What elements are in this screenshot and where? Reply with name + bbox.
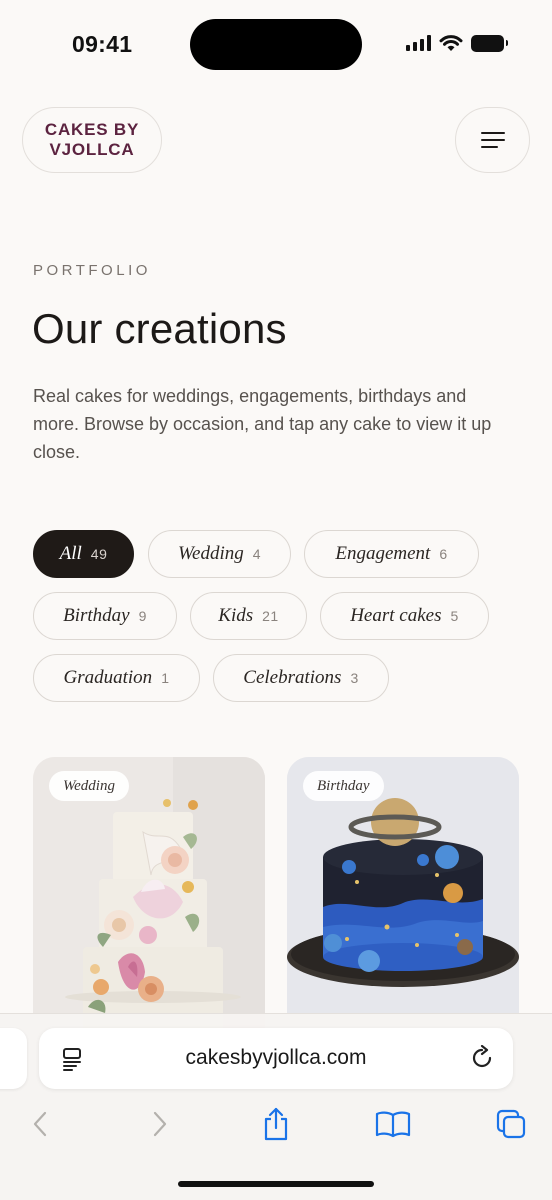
forward-icon [153,1111,167,1137]
chip-count: 49 [90,546,108,562]
share-button[interactable] [256,1104,296,1144]
chip-label: Engagement [335,543,431,564]
chip-label: Kids [218,605,254,626]
chip-label: All [59,543,82,564]
cellular-signal-icon [406,35,431,51]
status-bar: 09:41 [0,0,552,90]
browser-toolbar: cakesbyvjollca.com [0,1013,552,1200]
dynamic-island [190,19,362,70]
tabs-icon [496,1109,526,1139]
wifi-icon [439,35,463,51]
tabs-button[interactable] [491,1104,531,1144]
bookmarks-button[interactable] [373,1104,413,1144]
status-icons [406,34,508,52]
birthday-cake-image [287,757,519,1057]
forward-button[interactable] [140,1104,180,1144]
menu-button[interactable] [455,107,530,173]
filter-chip-all[interactable]: All 49 [33,530,134,578]
chip-count: 9 [138,608,147,624]
filter-chip-birthday[interactable]: Birthday 9 [33,592,177,640]
page-title: Our creations [32,305,287,352]
chip-count: 3 [350,670,359,686]
chip-label: Birthday [63,605,130,626]
chip-count: 21 [262,608,279,624]
filter-chip-heart-cakes[interactable]: Heart cakes 5 [320,592,489,640]
chip-label: Graduation [63,667,153,688]
chip-count: 5 [450,608,459,624]
logo-line-2: VJOLLCA [49,140,135,159]
wedding-cake-image [33,757,265,1057]
hamburger-icon [480,132,505,148]
site-logo[interactable]: CAKES BY VJOLLCA [22,107,162,173]
card-category-tag: Birthday [303,771,384,801]
reload-icon[interactable] [469,1045,495,1071]
bookmarks-icon [375,1111,411,1138]
chip-label: Heart cakes [350,605,442,626]
section-eyebrow: PORTFOLIO [33,262,151,279]
browser-nav-row [0,1104,552,1144]
chip-label: Celebrations [243,667,342,688]
status-time: 09:41 [72,31,133,57]
cake-card-wedding[interactable]: Wedding [33,757,265,1057]
filter-chip-engagement[interactable]: Engagement 6 [304,530,479,578]
filter-chip-wedding[interactable]: Wedding 4 [148,530,291,578]
chip-label: Wedding [177,543,244,564]
logo-line-1: CAKES BY [44,120,140,139]
card-category-tag: Wedding [49,771,129,801]
url-text: cakesbyvjollca.com [185,1046,367,1069]
home-indicator[interactable] [178,1181,374,1187]
filter-chip-celebrations[interactable]: Celebrations 3 [213,654,389,702]
back-button[interactable] [20,1104,60,1144]
address-bar[interactable]: cakesbyvjollca.com [39,1028,513,1089]
cake-card-birthday[interactable]: Birthday [287,757,519,1057]
share-icon [264,1107,288,1141]
chip-count: 4 [252,546,262,562]
filter-chip-graduation[interactable]: Graduation 1 [33,654,200,702]
filter-chip-kids[interactable]: Kids 21 [190,592,307,640]
previous-tab-preview[interactable] [0,1028,27,1089]
chip-count: 1 [161,670,170,686]
battery-icon [471,34,508,52]
back-icon [33,1111,47,1137]
chip-count: 6 [439,546,448,562]
page-intro: Real cakes for weddings, engagements, bi… [33,386,492,462]
